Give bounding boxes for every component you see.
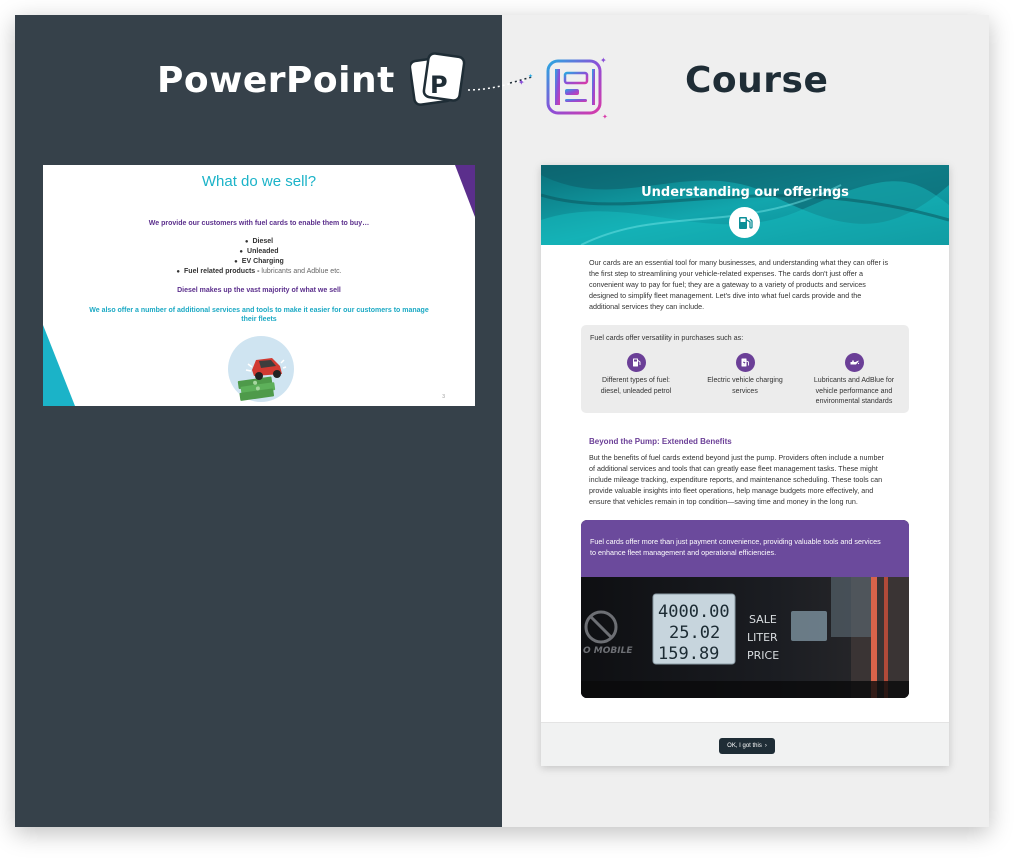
course-footer: OK, I got this › — [541, 722, 949, 766]
slide-item: ● Diesel — [43, 238, 475, 245]
versatility-label: Electric vehicle charging — [707, 377, 783, 384]
benefits-heading: Beyond the Pump: Extended Benefits — [589, 437, 732, 446]
slide-services-line2: their fleets — [241, 316, 277, 323]
ok-button-label: OK, I got this — [727, 743, 762, 749]
slide-title: What do we sell? — [201, 173, 317, 190]
benefits-line: provide valuable insights into fleet ope… — [589, 486, 874, 495]
benefits-paragraph: But the benefits of fuel cards extend be… — [589, 452, 904, 507]
intro-line: the first step to streamlining your vehi… — [589, 269, 863, 278]
versatility-label: Different types of fuel: — [602, 377, 670, 384]
oil-can-icon — [844, 353, 864, 372]
versatility-item-fuel: Different types of fuel: diesel, unleade… — [584, 353, 688, 397]
slide-page-number: 3 — [442, 394, 445, 400]
versatility-box: Fuel cards offer versatility in purchase… — [581, 325, 909, 413]
versatility-label: services — [732, 387, 758, 395]
pump-brand-text: O MOBILE — [583, 646, 633, 656]
svg-text:✦: ✦ — [528, 73, 533, 80]
fuel-pump-icon — [626, 353, 646, 372]
callout-card: Fuel cards offer more than just payment … — [581, 520, 909, 698]
ev-charging-icon — [735, 353, 755, 372]
versatility-item-ev: Electric vehicle charging services — [693, 353, 797, 397]
course-page: Understanding our offerings Our cards ar… — [541, 165, 949, 766]
svg-text:P: P — [430, 71, 448, 99]
callout-line: to enhance fleet management and operatio… — [590, 548, 777, 557]
course-panel: Course Understanding our offerings Our c… — [502, 15, 989, 827]
powerpoint-panel: PowerPoint What do we sell? We provide o… — [15, 15, 502, 827]
svg-text:✦: ✦ — [518, 78, 525, 87]
fuel-drop-icon: ● — [234, 259, 238, 265]
pump-price-value: 159.89 — [658, 644, 719, 664]
slide-item: ● EV Charging — [43, 258, 475, 265]
banner-title: Understanding our offerings — [641, 185, 849, 200]
callout-line: Fuel cards offer more than just payment … — [590, 537, 881, 546]
slide-diesel-note: Diesel makes up the vast majority of wha… — [177, 287, 341, 294]
powerpoint-icon: P — [410, 52, 466, 106]
versatility-label: Lubricants and AdBlue for — [813, 377, 895, 384]
slide-item-label: Unleaded — [247, 248, 279, 255]
pump-label: PRICE — [747, 649, 779, 662]
versatility-label: diesel, unleaded petrol — [600, 387, 672, 395]
intro-line: designed to simplify fleet management. L… — [589, 291, 862, 300]
slide-related-text: lubricants and Adblue etc. — [259, 268, 342, 275]
versatility-item-lubricants: Lubricants and AdBlue for vehicle perfor… — [802, 353, 906, 408]
fuel-drop-icon: ● — [239, 249, 244, 255]
course-banner: Understanding our offerings — [541, 165, 949, 245]
benefits-line: of additional services and tools that ca… — [589, 464, 878, 473]
fuel-drop-icon: ● — [244, 239, 249, 245]
conversion-graphic: P ✦ ✦ ✦ ✦ — [410, 52, 608, 121]
intro-paragraph: Our cards are an essential tool for many… — [589, 257, 904, 312]
pump-liter-value: 25.02 — [669, 623, 720, 643]
course-title: Course — [685, 60, 829, 101]
slide-intro: We provide our customers with fuel cards… — [148, 220, 370, 227]
fuel-pump-icon — [729, 207, 760, 238]
pump-label: LITER — [747, 631, 778, 644]
car-cash-illustration — [228, 336, 294, 402]
benefits-line: include mileage tracking, expenditure re… — [589, 475, 883, 484]
slide-services-line1: We also offer a number of additional ser… — [89, 307, 429, 314]
powerpoint-slide: What do we sell? We provide our customer… — [43, 165, 475, 406]
pump-label: SALE — [749, 613, 777, 626]
intro-line: convenient way to pay for fuel; they are… — [589, 280, 866, 289]
fuel-pump-photo: O MOBILE 4000.00 25.02 159.89 SALE LITER… — [581, 577, 909, 698]
intro-line: additional services they can include. — [589, 302, 705, 311]
powerpoint-title: PowerPoint — [157, 60, 395, 101]
slide-related-label: Fuel related products - — [184, 268, 260, 275]
course-layout-icon — [546, 59, 602, 115]
chevron-right-icon: › — [764, 743, 767, 749]
slide-item: ● Fuel related products - lubricants and … — [43, 268, 475, 275]
benefits-line: But the benefits of fuel cards extend be… — [589, 453, 884, 462]
svg-text:✦: ✦ — [602, 113, 608, 121]
ok-got-this-button[interactable]: OK, I got this › — [719, 738, 775, 754]
versatility-label: environmental standards — [815, 398, 893, 405]
pump-sale-value: 4000.00 — [658, 602, 730, 622]
svg-text:✦: ✦ — [600, 56, 607, 65]
comparison-frame: PowerPoint What do we sell? We provide o… — [15, 15, 989, 827]
versatility-label: vehicle performance and — [815, 387, 893, 395]
slide-item: ● Unleaded — [43, 248, 475, 255]
benefits-line: ensure that vehicles remain in top condi… — [589, 497, 858, 506]
callout-text: Fuel cards offer more than just payment … — [581, 520, 909, 577]
versatility-heading: Fuel cards offer versatility in purchase… — [590, 333, 744, 342]
slide-item-label: EV Charging — [241, 258, 284, 265]
intro-line: Our cards are an essential tool for many… — [589, 258, 889, 267]
slide-item-label: Diesel — [252, 238, 274, 245]
fuel-drop-icon: ● — [176, 269, 181, 275]
